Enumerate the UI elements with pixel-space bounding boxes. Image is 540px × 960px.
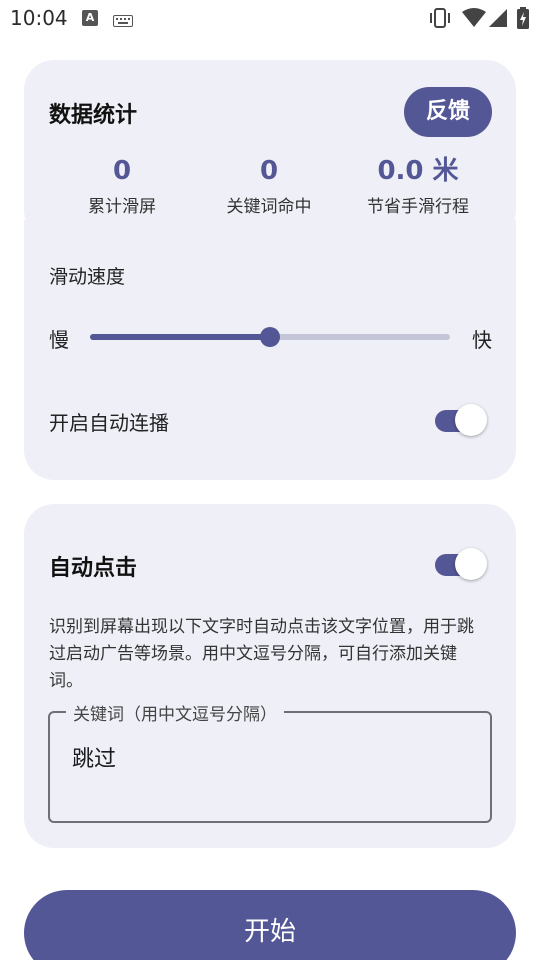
stat-distance-saved: 0.0 米 节省手滑行程 bbox=[338, 154, 498, 217]
stat-label: 关键词命中 bbox=[226, 197, 312, 217]
feedback-button[interactable]: 反馈 bbox=[404, 87, 492, 137]
autoplay-toggle[interactable] bbox=[435, 404, 489, 436]
keyboard-icon bbox=[113, 12, 133, 31]
auto-click-title: 自动点击 bbox=[49, 556, 138, 581]
stat-label: 节省手滑行程 bbox=[367, 197, 469, 217]
fast-label: 快 bbox=[472, 328, 492, 352]
auto-click-toggle[interactable] bbox=[435, 548, 489, 580]
speed-title: 滑动速度 bbox=[49, 266, 126, 288]
toggle-thumb bbox=[455, 404, 487, 436]
keyword-input[interactable]: 关键词（用中文逗号分隔） 跳过 bbox=[48, 700, 492, 823]
stat-label: 累计滑屏 bbox=[88, 197, 156, 217]
notification-a-icon: A bbox=[82, 10, 98, 26]
battery-icon bbox=[517, 7, 529, 33]
start-button[interactable]: 开始 bbox=[24, 890, 516, 960]
stats-card: 数据统计 反馈 0 累计滑屏 0 关键词命中 0.0 米 节省手滑行程 bbox=[24, 60, 516, 240]
stat-total-swipes: 0 累计滑屏 bbox=[42, 154, 202, 217]
slow-label: 慢 bbox=[49, 328, 69, 352]
stat-value: 0 bbox=[112, 156, 132, 186]
keyword-field-label: 关键词（用中文逗号分隔） bbox=[66, 700, 284, 725]
status-time: 10:04 bbox=[10, 6, 68, 30]
vibrate-icon bbox=[428, 8, 452, 32]
stat-value: 0 bbox=[259, 156, 279, 186]
keyword-input-value[interactable]: 跳过 bbox=[72, 741, 116, 773]
slider-thumb[interactable] bbox=[260, 327, 280, 347]
speed-slider[interactable] bbox=[90, 327, 450, 347]
stat-value: 0.0 米 bbox=[377, 156, 459, 186]
wifi-icon bbox=[462, 8, 486, 32]
stats-title: 数据统计 bbox=[49, 103, 138, 128]
speed-settings-card: 滑动速度 慢 快 开启自动连播 bbox=[24, 220, 516, 480]
cellular-signal-icon bbox=[488, 8, 508, 32]
slider-fill bbox=[90, 334, 270, 340]
stat-keyword-hits: 0 关键词命中 bbox=[189, 154, 349, 217]
auto-click-card: 自动点击 识别到屏幕出现以下文字时自动点击该文字位置，用于跳过启动广告等场景。用… bbox=[24, 504, 516, 848]
toggle-thumb bbox=[455, 548, 487, 580]
status-bar: 10:04 A bbox=[0, 0, 540, 36]
auto-click-description: 识别到屏幕出现以下文字时自动点击该文字位置，用于跳过启动广告等场景。用中文逗号分… bbox=[49, 617, 474, 691]
autoplay-label: 开启自动连播 bbox=[49, 411, 169, 435]
